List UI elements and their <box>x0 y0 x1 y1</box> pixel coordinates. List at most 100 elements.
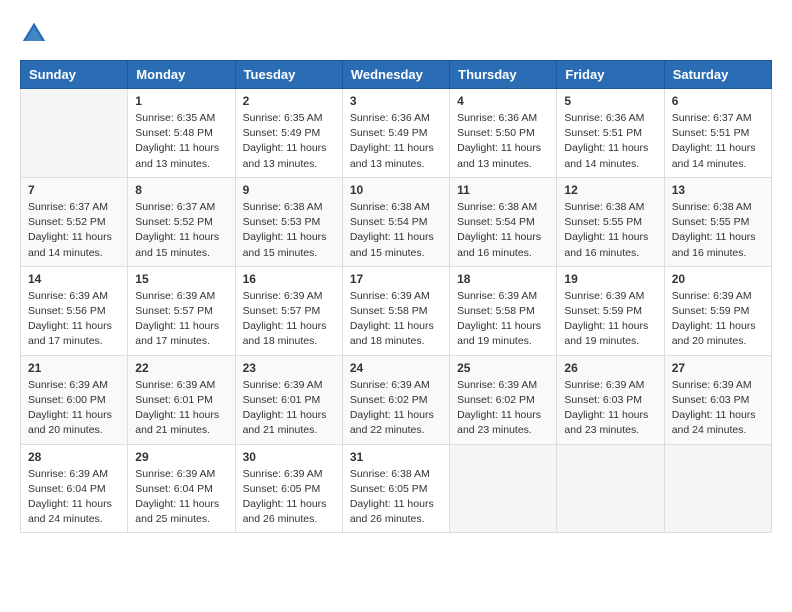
day-info: Sunrise: 6:39 AMSunset: 5:58 PMDaylight:… <box>350 289 442 350</box>
day-info: Sunrise: 6:37 AMSunset: 5:51 PMDaylight:… <box>672 111 764 172</box>
day-info: Sunrise: 6:39 AMSunset: 5:59 PMDaylight:… <box>672 289 764 350</box>
day-number: 4 <box>457 94 549 108</box>
day-header-thursday: Thursday <box>450 61 557 89</box>
calendar-week-row: 28 Sunrise: 6:39 AMSunset: 6:04 PMDayligh… <box>21 444 772 533</box>
day-number: 30 <box>243 450 335 464</box>
calendar-table: SundayMondayTuesdayWednesdayThursdayFrid… <box>20 60 772 533</box>
day-header-wednesday: Wednesday <box>342 61 449 89</box>
calendar-cell: 25Sunrise: 6:39 AMSunset: 6:02 PMDayligh… <box>450 355 557 444</box>
calendar-cell: 10 Sunrise: 6:38 AMSunset: 5:54 PMDayligh… <box>342 177 449 266</box>
calendar-cell: 3 Sunrise: 6:36 AMSunset: 5:49 PMDaylight… <box>342 89 449 178</box>
calendar-cell: 9 Sunrise: 6:38 AMSunset: 5:53 PMDaylight… <box>235 177 342 266</box>
calendar-cell: 12Sunrise: 6:38 AMSunset: 5:55 PMDayligh… <box>557 177 664 266</box>
day-number: 6 <box>672 94 764 108</box>
day-number: 7 <box>28 183 120 197</box>
calendar-cell <box>21 89 128 178</box>
calendar-cell: 29 Sunrise: 6:39 AMSunset: 6:04 PMDayligh… <box>128 444 235 533</box>
calendar-week-row: 1 Sunrise: 6:35 AMSunset: 5:48 PMDaylight… <box>21 89 772 178</box>
calendar-cell: 14 Sunrise: 6:39 AMSunset: 5:56 PMDayligh… <box>21 266 128 355</box>
day-info: Sunrise: 6:39 AMSunset: 6:03 PMDaylight:… <box>672 378 764 439</box>
day-number: 1 <box>135 94 227 108</box>
day-info: Sunrise: 6:38 AMSunset: 5:55 PMDaylight:… <box>672 200 764 261</box>
calendar-cell: 31 Sunrise: 6:38 AMSunset: 6:05 PMDayligh… <box>342 444 449 533</box>
day-number: 17 <box>350 272 442 286</box>
day-info: Sunrise: 6:37 AMSunset: 5:52 PMDaylight:… <box>28 200 120 261</box>
calendar-cell: 5 Sunrise: 6:36 AMSunset: 5:51 PMDaylight… <box>557 89 664 178</box>
day-number: 10 <box>350 183 442 197</box>
calendar-cell: 7 Sunrise: 6:37 AMSunset: 5:52 PMDaylight… <box>21 177 128 266</box>
day-number: 19 <box>564 272 656 286</box>
calendar-cell <box>664 444 771 533</box>
calendar-cell: 11Sunrise: 6:38 AMSunset: 5:54 PMDayligh… <box>450 177 557 266</box>
calendar-week-row: 7 Sunrise: 6:37 AMSunset: 5:52 PMDaylight… <box>21 177 772 266</box>
calendar-cell <box>450 444 557 533</box>
calendar-cell: 18 Sunrise: 6:39 AMSunset: 5:58 PMDayligh… <box>450 266 557 355</box>
day-number: 23 <box>243 361 335 375</box>
calendar-cell <box>557 444 664 533</box>
day-number: 5 <box>564 94 656 108</box>
day-info: Sunrise: 6:37 AMSunset: 5:52 PMDaylight:… <box>135 200 227 261</box>
day-number: 24 <box>350 361 442 375</box>
day-number: 14 <box>28 272 120 286</box>
day-number: 8 <box>135 183 227 197</box>
day-info: Sunrise: 6:39 AMSunset: 5:57 PMDaylight:… <box>243 289 335 350</box>
day-info: Sunrise: 6:39 AMSunset: 5:56 PMDaylight:… <box>28 289 120 350</box>
calendar-cell: 22 Sunrise: 6:39 AMSunset: 6:01 PMDayligh… <box>128 355 235 444</box>
day-header-saturday: Saturday <box>664 61 771 89</box>
day-number: 31 <box>350 450 442 464</box>
day-info: Sunrise: 6:39 AMSunset: 6:02 PMDaylight:… <box>457 378 549 439</box>
calendar-cell: 21Sunrise: 6:39 AMSunset: 6:00 PMDayligh… <box>21 355 128 444</box>
day-number: 9 <box>243 183 335 197</box>
calendar-cell: 28 Sunrise: 6:39 AMSunset: 6:04 PMDayligh… <box>21 444 128 533</box>
day-info: Sunrise: 6:39 AMSunset: 6:02 PMDaylight:… <box>350 378 442 439</box>
calendar-cell: 17 Sunrise: 6:39 AMSunset: 5:58 PMDayligh… <box>342 266 449 355</box>
day-info: Sunrise: 6:36 AMSunset: 5:51 PMDaylight:… <box>564 111 656 172</box>
day-info: Sunrise: 6:36 AMSunset: 5:49 PMDaylight:… <box>350 111 442 172</box>
day-number: 28 <box>28 450 120 464</box>
day-info: Sunrise: 6:38 AMSunset: 6:05 PMDaylight:… <box>350 467 442 528</box>
day-number: 2 <box>243 94 335 108</box>
header-row: SundayMondayTuesdayWednesdayThursdayFrid… <box>21 61 772 89</box>
day-info: Sunrise: 6:39 AMSunset: 6:01 PMDaylight:… <box>135 378 227 439</box>
day-info: Sunrise: 6:35 AMSunset: 5:48 PMDaylight:… <box>135 111 227 172</box>
day-header-sunday: Sunday <box>21 61 128 89</box>
calendar-cell: 27 Sunrise: 6:39 AMSunset: 6:03 PMDayligh… <box>664 355 771 444</box>
day-info: Sunrise: 6:38 AMSunset: 5:55 PMDaylight:… <box>564 200 656 261</box>
calendar-cell: 26 Sunrise: 6:39 AMSunset: 6:03 PMDayligh… <box>557 355 664 444</box>
day-info: Sunrise: 6:39 AMSunset: 6:03 PMDaylight:… <box>564 378 656 439</box>
day-number: 20 <box>672 272 764 286</box>
calendar-header: SundayMondayTuesdayWednesdayThursdayFrid… <box>21 61 772 89</box>
logo-icon <box>20 20 48 48</box>
day-number: 22 <box>135 361 227 375</box>
day-info: Sunrise: 6:39 AMSunset: 5:57 PMDaylight:… <box>135 289 227 350</box>
day-number: 18 <box>457 272 549 286</box>
calendar-week-row: 21Sunrise: 6:39 AMSunset: 6:00 PMDayligh… <box>21 355 772 444</box>
day-info: Sunrise: 6:35 AMSunset: 5:49 PMDaylight:… <box>243 111 335 172</box>
day-number: 26 <box>564 361 656 375</box>
day-info: Sunrise: 6:38 AMSunset: 5:54 PMDaylight:… <box>350 200 442 261</box>
calendar-cell: 6 Sunrise: 6:37 AMSunset: 5:51 PMDaylight… <box>664 89 771 178</box>
day-info: Sunrise: 6:36 AMSunset: 5:50 PMDaylight:… <box>457 111 549 172</box>
day-number: 15 <box>135 272 227 286</box>
day-info: Sunrise: 6:39 AMSunset: 6:04 PMDaylight:… <box>28 467 120 528</box>
page-header <box>20 20 772 48</box>
calendar-cell: 15 Sunrise: 6:39 AMSunset: 5:57 PMDayligh… <box>128 266 235 355</box>
day-info: Sunrise: 6:39 AMSunset: 6:00 PMDaylight:… <box>28 378 120 439</box>
day-number: 27 <box>672 361 764 375</box>
day-number: 29 <box>135 450 227 464</box>
day-info: Sunrise: 6:39 AMSunset: 6:04 PMDaylight:… <box>135 467 227 528</box>
day-header-tuesday: Tuesday <box>235 61 342 89</box>
day-number: 13 <box>672 183 764 197</box>
calendar-cell: 13 Sunrise: 6:38 AMSunset: 5:55 PMDayligh… <box>664 177 771 266</box>
calendar-cell: 4 Sunrise: 6:36 AMSunset: 5:50 PMDaylight… <box>450 89 557 178</box>
day-info: Sunrise: 6:39 AMSunset: 6:01 PMDaylight:… <box>243 378 335 439</box>
calendar-cell: 23 Sunrise: 6:39 AMSunset: 6:01 PMDayligh… <box>235 355 342 444</box>
day-number: 3 <box>350 94 442 108</box>
day-info: Sunrise: 6:39 AMSunset: 5:59 PMDaylight:… <box>564 289 656 350</box>
calendar-cell: 8 Sunrise: 6:37 AMSunset: 5:52 PMDaylight… <box>128 177 235 266</box>
logo <box>20 20 52 48</box>
calendar-cell: 24 Sunrise: 6:39 AMSunset: 6:02 PMDayligh… <box>342 355 449 444</box>
day-info: Sunrise: 6:38 AMSunset: 5:53 PMDaylight:… <box>243 200 335 261</box>
calendar-cell: 30Sunrise: 6:39 AMSunset: 6:05 PMDayligh… <box>235 444 342 533</box>
day-info: Sunrise: 6:39 AMSunset: 5:58 PMDaylight:… <box>457 289 549 350</box>
